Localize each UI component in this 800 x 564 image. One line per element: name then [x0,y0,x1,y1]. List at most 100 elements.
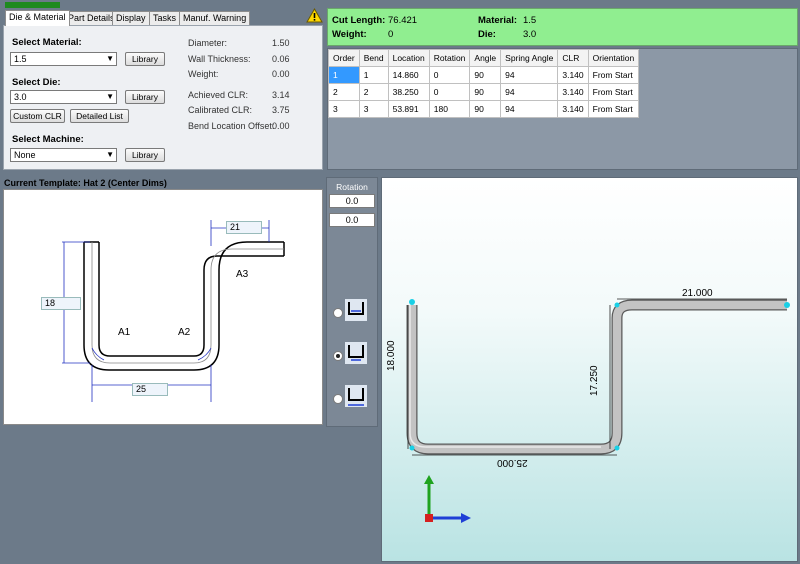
active-tab-indicator [5,2,60,8]
table-cell[interactable]: 1 [358,66,389,84]
bend-table-header[interactable]: Rotation [428,49,471,67]
table-cell[interactable]: 3.140 [557,100,589,118]
bend-table-header[interactable]: Location [387,49,430,67]
chevron-down-icon: ▼ [106,92,114,101]
achieved-clr-label: Achieved CLR: [188,90,249,100]
tube-orientation-center-icon [345,342,367,364]
summary-panel: Cut Length: 76.421 Weight: 0 Material: 1… [327,8,798,46]
die-select[interactable]: 3.0 ▼ [10,90,117,104]
bend-table-header[interactable]: Spring Angle [500,49,559,67]
machine-select-value: None [14,150,36,160]
table-cell[interactable]: 3.140 [557,83,589,101]
weight-value: 0.00 [272,69,290,79]
table-row[interactable]: 1 1 14.860 0 90 94 3.140 From Start [328,66,640,84]
table-cell[interactable]: 94 [500,100,559,118]
table-cell[interactable]: 90 [469,66,502,84]
table-cell[interactable]: From Start [587,83,640,101]
detailed-list-button[interactable]: Detailed List [70,109,129,123]
table-cell[interactable]: 2 [358,83,389,101]
select-material-label: Select Material: [12,37,82,48]
bend-table-header[interactable]: Angle [469,49,502,67]
tab-display[interactable]: Display [112,11,150,26]
tab-part-details[interactable]: Part Details [64,11,119,26]
rotation-label: Rotation [336,182,368,192]
table-row[interactable]: 3 3 53.891 180 90 94 3.140 From Start [328,100,640,118]
die-material-panel: Select Material: 1.5 ▼ Library Select Di… [3,25,323,170]
cut-length-label: Cut Length: [332,15,386,26]
tube-orientation-open-up-icon [345,299,367,321]
tube-orientation-bottom-icon [345,385,367,407]
3d-dim-left: 18.000 [386,340,397,371]
template-label-a2: A2 [178,327,191,338]
3d-viewport[interactable]: 21.000 18.000 17.250 25.000 [381,177,798,562]
material-summary-label: Material: [478,15,518,26]
bend-table-header[interactable]: Bend [358,49,389,67]
table-cell[interactable]: 94 [500,83,559,101]
wall-thickness-label: Wall Thickness: [188,54,251,64]
die-library-button[interactable]: Library [125,90,165,104]
calibrated-clr-value: 3.75 [272,105,290,115]
table-cell[interactable]: 2 [328,83,360,101]
machine-library-button[interactable]: Library [125,148,165,162]
table-cell[interactable]: 53.891 [387,100,430,118]
orientation-radio-2[interactable] [333,351,343,361]
3d-dim-bottom: 25.000 [497,457,528,468]
table-cell[interactable]: 38.250 [387,83,430,101]
warning-triangle-icon[interactable] [306,8,323,23]
bend-table-header[interactable]: CLR [557,49,589,67]
template-label-a1: A1 [118,327,131,338]
template-dim-top-input[interactable]: 21 [226,221,262,234]
template-dim-bottom-input[interactable]: 25 [132,383,168,396]
table-cell[interactable]: 0 [428,66,471,84]
rotation-input-1[interactable]: 0.0 [329,194,375,208]
die-summary-label: Die: [478,29,496,40]
wall-thickness-value: 0.06 [272,54,290,64]
bend-table-header[interactable]: Order [328,49,360,67]
table-cell[interactable]: 1 [328,66,360,84]
table-cell[interactable]: 90 [469,83,502,101]
tab-die-material[interactable]: Die & Material [5,10,70,26]
custom-clr-button[interactable]: Custom CLR [10,109,65,123]
template-title: Current Template: Hat 2 (Center Dims) [4,178,167,188]
select-machine-label: Select Machine: [12,134,84,145]
orientation-radio-1[interactable] [333,308,343,318]
material-select[interactable]: 1.5 ▼ [10,52,117,66]
table-cell[interactable]: 94 [500,66,559,84]
achieved-clr-value: 3.14 [272,90,290,100]
material-summary-value: 1.5 [523,15,537,26]
die-summary-value: 3.0 [523,29,537,40]
bend-table[interactable]: Order Bend Location Rotation Angle Spring Ang… [328,49,640,118]
3d-dim-top: 21.000 [682,288,713,299]
chevron-down-icon: ▼ [106,54,114,63]
3d-dim-right: 17.250 [589,365,600,396]
table-cell[interactable]: 3 [328,100,360,118]
diameter-value: 1.50 [272,38,290,48]
table-cell[interactable]: 14.860 [387,66,430,84]
table-cell[interactable]: 3 [358,100,389,118]
table-cell[interactable]: From Start [587,66,640,84]
weight-label: Weight: [188,69,219,79]
cut-length-value: 76.421 [388,15,418,26]
material-select-value: 1.5 [14,54,27,64]
weight-summary-value: 0 [388,29,394,40]
table-cell[interactable]: From Start [587,100,640,118]
table-cell[interactable]: 0 [428,83,471,101]
tab-tasks[interactable]: Tasks [149,11,181,26]
chevron-down-icon: ▼ [106,150,114,159]
table-cell[interactable]: 180 [428,100,471,118]
table-cell[interactable]: 3.140 [557,66,589,84]
bend-location-offset-value: 0.00 [272,121,290,131]
weight-summary-label: Weight: [332,29,367,40]
machine-select[interactable]: None ▼ [10,148,117,162]
select-die-label: Select Die: [12,77,61,88]
bend-table-panel: Order Bend Location Rotation Angle Spring Ang… [327,48,798,170]
orientation-radio-3[interactable] [333,394,343,404]
table-cell[interactable]: 90 [469,100,502,118]
table-row[interactable]: 2 2 38.250 0 90 94 3.140 From Start [328,83,640,101]
template-dim-left-input[interactable]: 18 [41,297,81,310]
tab-manuf-warning[interactable]: Manuf. Warning [179,11,251,26]
rotation-input-2[interactable]: 0.0 [329,213,375,227]
calibrated-clr-label: Calibrated CLR: [188,105,253,115]
material-library-button[interactable]: Library [125,52,165,66]
bend-table-header[interactable]: Orientation [587,49,640,67]
